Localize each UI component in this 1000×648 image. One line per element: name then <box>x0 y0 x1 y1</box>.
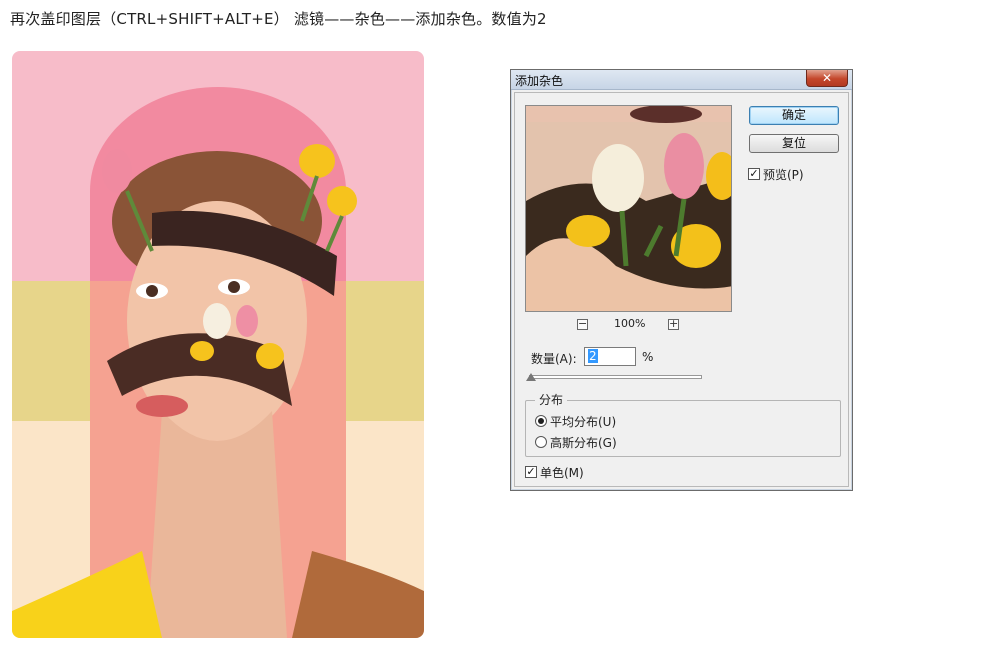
poster-illustration <box>12 51 424 638</box>
poster-tulip-yellow-4 <box>190 341 214 361</box>
poster-tulip-yellow-1 <box>299 144 335 178</box>
poster-tulip-pink-2 <box>236 305 258 337</box>
preview-checkbox-label[interactable]: 预览(P) <box>763 166 804 183</box>
dialog-title: 添加杂色 <box>515 74 564 88</box>
amount-unit: % <box>642 350 654 364</box>
uniform-radio-label[interactable]: 平均分布(U) <box>550 413 616 430</box>
close-icon: ✕ <box>821 71 833 85</box>
poster-artwork <box>12 51 424 638</box>
preview-image <box>526 106 731 311</box>
distribution-title: 分布 <box>535 391 568 408</box>
poster-tulip-pink <box>102 149 132 193</box>
instruction-caption: 再次盖印图层（CTRL+SHIFT+ALT+E） 滤镜——杂色——添加杂色。数值… <box>10 10 547 28</box>
poster-lips <box>136 395 188 417</box>
gaussian-radio-label[interactable]: 高斯分布(G) <box>550 434 617 451</box>
poster-tulip-yellow-3 <box>256 343 284 369</box>
amount-slider-track[interactable] <box>529 375 702 379</box>
dialog-titlebar[interactable]: 添加杂色 ✕ <box>511 70 852 90</box>
amount-input[interactable]: 2 <box>584 347 636 366</box>
poster-tulip-yellow-2 <box>327 186 357 216</box>
gaussian-radio[interactable] <box>535 436 547 448</box>
poster-tulip-white <box>203 303 231 339</box>
zoom-out-button[interactable]: − <box>577 318 588 330</box>
zoom-level: 100% <box>614 317 646 330</box>
zoom-in-button[interactable]: + <box>668 318 679 330</box>
amount-label: 数量(A): <box>531 352 577 366</box>
ok-button[interactable]: 确定 <box>749 106 839 125</box>
amount-value: 2 <box>588 349 598 363</box>
amount-slider-thumb[interactable] <box>526 373 536 381</box>
add-noise-dialog: 添加杂色 ✕ − 100% + 确定 复位 ✓ 预览(P) 数量(A): 2 %… <box>510 69 853 491</box>
preview-tulip-pink <box>664 133 704 199</box>
preview-tulip-white <box>592 144 644 212</box>
close-button[interactable]: ✕ <box>806 70 848 87</box>
poster-eye-left <box>146 285 158 297</box>
filter-preview[interactable] <box>525 105 732 312</box>
reset-button[interactable]: 复位 <box>749 134 839 153</box>
poster-neck <box>147 411 287 638</box>
monochromatic-checkbox-label[interactable]: 单色(M) <box>540 464 584 481</box>
preview-checkbox[interactable]: ✓ <box>748 168 760 180</box>
monochromatic-checkbox[interactable]: ✓ <box>525 466 537 478</box>
preview-tulip-yellow-2 <box>566 215 610 247</box>
uniform-radio[interactable] <box>535 415 547 427</box>
poster-eye-right <box>228 281 240 293</box>
